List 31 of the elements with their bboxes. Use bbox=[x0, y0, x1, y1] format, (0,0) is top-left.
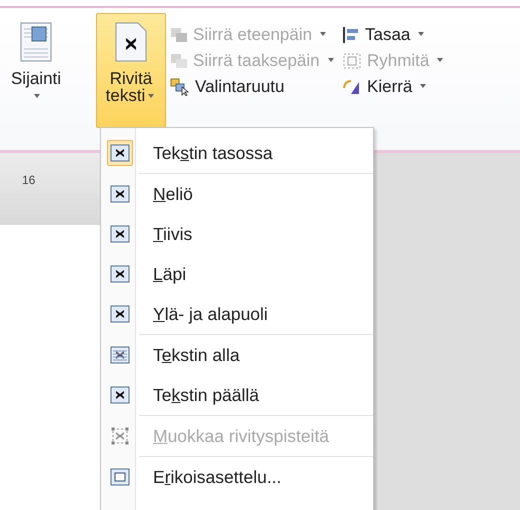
menu-item[interactable]: Tekstin tasossa bbox=[101, 133, 373, 173]
menu-item[interactable]: Ylä- ja alapuoli bbox=[101, 294, 373, 334]
ribbon-button[interactable]: Tasaa bbox=[340, 23, 480, 46]
page-picture-icon bbox=[20, 22, 52, 62]
layers-icon bbox=[170, 52, 188, 68]
wrap-text-button[interactable]: Rivitä teksti bbox=[96, 13, 166, 128]
menu-item[interactable]: Neliö bbox=[101, 174, 373, 214]
edit-points-icon bbox=[110, 426, 130, 446]
menu-item[interactable]: Erikoisasettelu... bbox=[101, 457, 373, 497]
ribbon-button[interactable]: Valintaruutu bbox=[168, 75, 340, 98]
group-icon bbox=[342, 52, 362, 70]
ribbon-button[interactable]: Kierrä bbox=[340, 75, 480, 98]
wrap-icon bbox=[110, 304, 130, 324]
shapes-cursor-icon bbox=[170, 78, 190, 96]
position-button[interactable]: Sijainti bbox=[12, 13, 60, 128]
wrap-icon bbox=[110, 224, 130, 244]
wrap-icon bbox=[110, 385, 130, 405]
wrap-icon bbox=[110, 345, 130, 365]
wrap-icon bbox=[110, 143, 130, 163]
menu-item[interactable]: Tekstin päällä bbox=[101, 375, 373, 415]
ruler-number: 16 bbox=[22, 173, 36, 187]
align-icon bbox=[342, 26, 360, 44]
layers-icon bbox=[170, 26, 188, 42]
wrap-icon bbox=[110, 264, 130, 284]
page-wrap-icon bbox=[115, 22, 147, 62]
menu-item[interactable]: Läpi bbox=[101, 254, 373, 294]
wrap-icon bbox=[110, 184, 130, 204]
frame-icon bbox=[110, 467, 130, 487]
menu-item[interactable]: Tekstin alla bbox=[101, 335, 373, 375]
menu-item[interactable]: Tiivis bbox=[101, 214, 373, 254]
rotate-icon bbox=[342, 78, 362, 96]
